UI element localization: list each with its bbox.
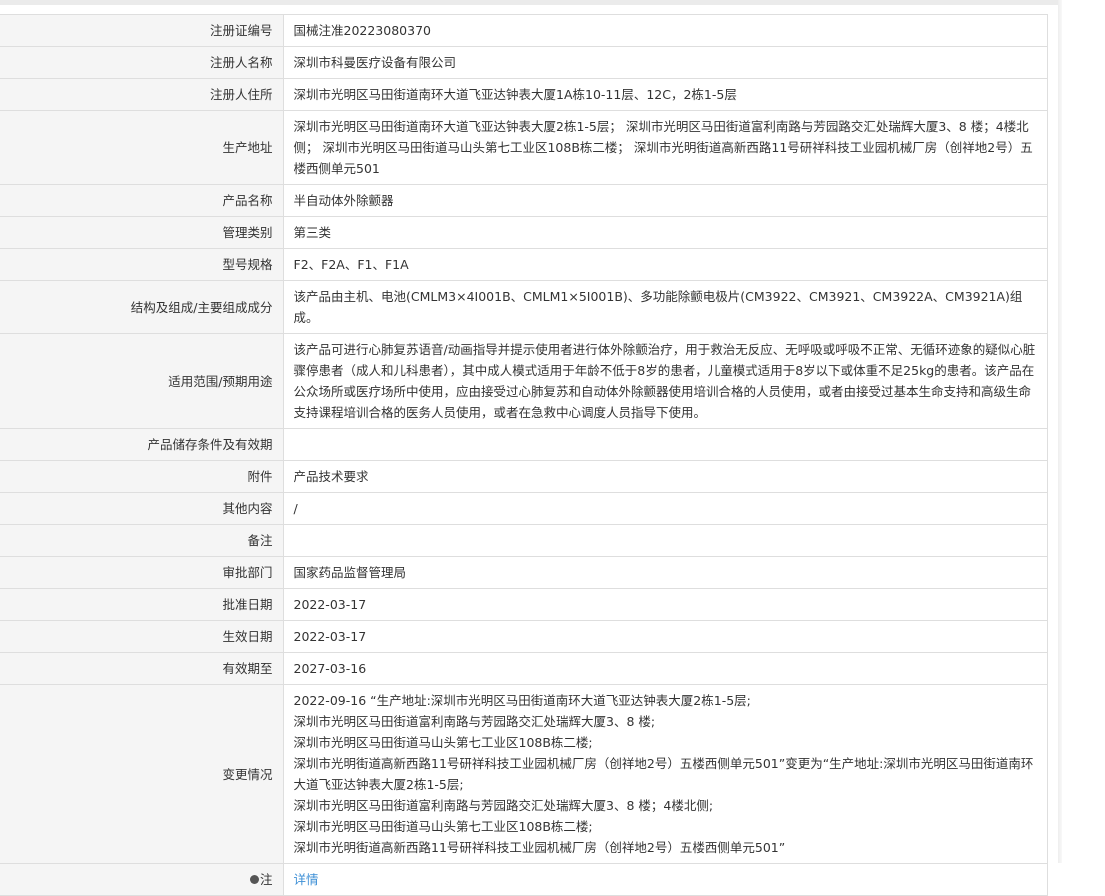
value-approval-date: 2022-03-17: [283, 588, 1048, 621]
row-expiry-date: 有效期至 2027-03-16: [0, 652, 1048, 685]
change-line: 深圳市光明街道高新西路11号研祥科技工业园机械厂房（创祥地2号）五楼西侧单元50…: [293, 840, 786, 855]
value-scope: 该产品可进行心肺复苏语音/动画指导并提示使用者进行体外除颤治疗，用于救治无反应、…: [283, 333, 1048, 429]
value-management-class: 第三类: [283, 216, 1048, 249]
value-registrant-address: 深圳市光明区马田街道南环大道飞亚达钟表大厦1A栋10-11层、12C，2栋1-5…: [283, 78, 1048, 111]
label-model-spec: 型号规格: [0, 248, 284, 281]
label-expiry-date: 有效期至: [0, 652, 284, 685]
row-remark: 备注: [0, 524, 1048, 557]
label-scope: 适用范围/预期用途: [0, 333, 284, 429]
row-changes: 变更情况 2022-09-16 “生产地址:深圳市光明区马田街道南环大道飞亚达钟…: [0, 684, 1048, 864]
value-production-address: 深圳市光明区马田街道南环大道飞亚达钟表大厦2栋1-5层； 深圳市光明区马田街道富…: [283, 110, 1048, 185]
row-registrant: 注册人名称 深圳市科曼医疗设备有限公司: [0, 46, 1048, 79]
label-storage: 产品储存条件及有效期: [0, 428, 284, 461]
label-note: 注: [0, 863, 284, 896]
row-management-class: 管理类别 第三类: [0, 216, 1048, 249]
row-product-name: 产品名称 半自动体外除颤器: [0, 184, 1048, 217]
row-approval-date: 批准日期 2022-03-17: [0, 588, 1048, 621]
value-expiry-date: 2027-03-16: [283, 652, 1048, 685]
details-link[interactable]: 详情: [294, 872, 319, 887]
change-line: 深圳市光明区马田街道富利南路与芳园路交汇处瑞辉大厦3、8 楼；4楼北侧;: [293, 798, 714, 813]
change-line: 深圳市光明区马田街道富利南路与芳园路交汇处瑞辉大厦3、8 楼;: [293, 714, 656, 729]
row-model-spec: 型号规格 F2、F2A、F1、F1A: [0, 248, 1048, 281]
label-product-name: 产品名称: [0, 184, 284, 217]
value-note: 详情: [283, 863, 1048, 896]
label-changes: 变更情况: [0, 684, 284, 864]
value-remark: [283, 524, 1048, 557]
value-product-name: 半自动体外除颤器: [283, 184, 1048, 217]
row-effective-date: 生效日期 2022-03-17: [0, 620, 1048, 653]
change-line: 深圳市光明区马田街道马山头第七工业区108B栋二楼;: [293, 819, 593, 834]
label-approval-date: 批准日期: [0, 588, 284, 621]
value-changes: 2022-09-16 “生产地址:深圳市光明区马田街道南环大道飞亚达钟表大厦2栋…: [283, 684, 1048, 864]
registration-detail-table: 注册证编号 国械注准20223080370 注册人名称 深圳市科曼医疗设备有限公…: [0, 14, 1048, 896]
label-approver: 审批部门: [0, 556, 284, 589]
row-note: 注 详情: [0, 863, 1048, 896]
row-registrant-address: 注册人住所 深圳市光明区马田街道南环大道飞亚达钟表大厦1A栋10-11层、12C…: [0, 78, 1048, 111]
label-other: 其他内容: [0, 492, 284, 525]
info-dot-icon: [249, 875, 259, 884]
row-approver: 审批部门 国家药品监督管理局: [0, 556, 1048, 589]
label-effective-date: 生效日期: [0, 620, 284, 653]
value-other: /: [283, 492, 1048, 525]
label-structure: 结构及组成/主要组成成分: [0, 280, 284, 334]
value-registrant: 深圳市科曼医疗设备有限公司: [283, 46, 1048, 79]
note-label-text: 注: [259, 872, 273, 887]
value-attachment: 产品技术要求: [283, 460, 1048, 493]
value-reg-no: 国械注准20223080370: [283, 14, 1048, 47]
row-scope: 适用范围/预期用途 该产品可进行心肺复苏语音/动画指导并提示使用者进行体外除颤治…: [0, 333, 1048, 429]
row-production-address: 生产地址 深圳市光明区马田街道南环大道飞亚达钟表大厦2栋1-5层； 深圳市光明区…: [0, 110, 1048, 185]
label-production-address: 生产地址: [0, 110, 284, 185]
value-approver: 国家药品监督管理局: [283, 556, 1048, 589]
label-reg-no: 注册证编号: [0, 14, 284, 47]
label-management-class: 管理类别: [0, 216, 284, 249]
row-structure: 结构及组成/主要组成成分 该产品由主机、电池(CMLM3×4I001B、CMLM…: [0, 280, 1048, 334]
label-registrant-address: 注册人住所: [0, 78, 284, 111]
label-registrant: 注册人名称: [0, 46, 284, 79]
top-border-strip: [0, 0, 1062, 5]
row-attachment: 附件 产品技术要求: [0, 460, 1048, 493]
label-remark: 备注: [0, 524, 284, 557]
row-other: 其他内容 /: [0, 492, 1048, 525]
value-storage: [283, 428, 1048, 461]
right-edge-shadow: [1058, 0, 1062, 863]
row-reg-no: 注册证编号 国械注准20223080370: [0, 14, 1048, 47]
change-line: 深圳市光明区马田街道马山头第七工业区108B栋二楼;: [293, 735, 593, 750]
change-line: 2022-09-16 “生产地址:深圳市光明区马田街道南环大道飞亚达钟表大厦2栋…: [293, 693, 751, 708]
change-line: 深圳市光明街道高新西路11号研祥科技工业园机械厂房（创祥地2号）五楼西侧单元50…: [293, 756, 1034, 792]
value-effective-date: 2022-03-17: [283, 620, 1048, 653]
row-storage: 产品储存条件及有效期: [0, 428, 1048, 461]
label-attachment: 附件: [0, 460, 284, 493]
value-model-spec: F2、F2A、F1、F1A: [283, 248, 1048, 281]
value-structure: 该产品由主机、电池(CMLM3×4I001B、CMLM1×5I001B)、多功能…: [283, 280, 1048, 334]
